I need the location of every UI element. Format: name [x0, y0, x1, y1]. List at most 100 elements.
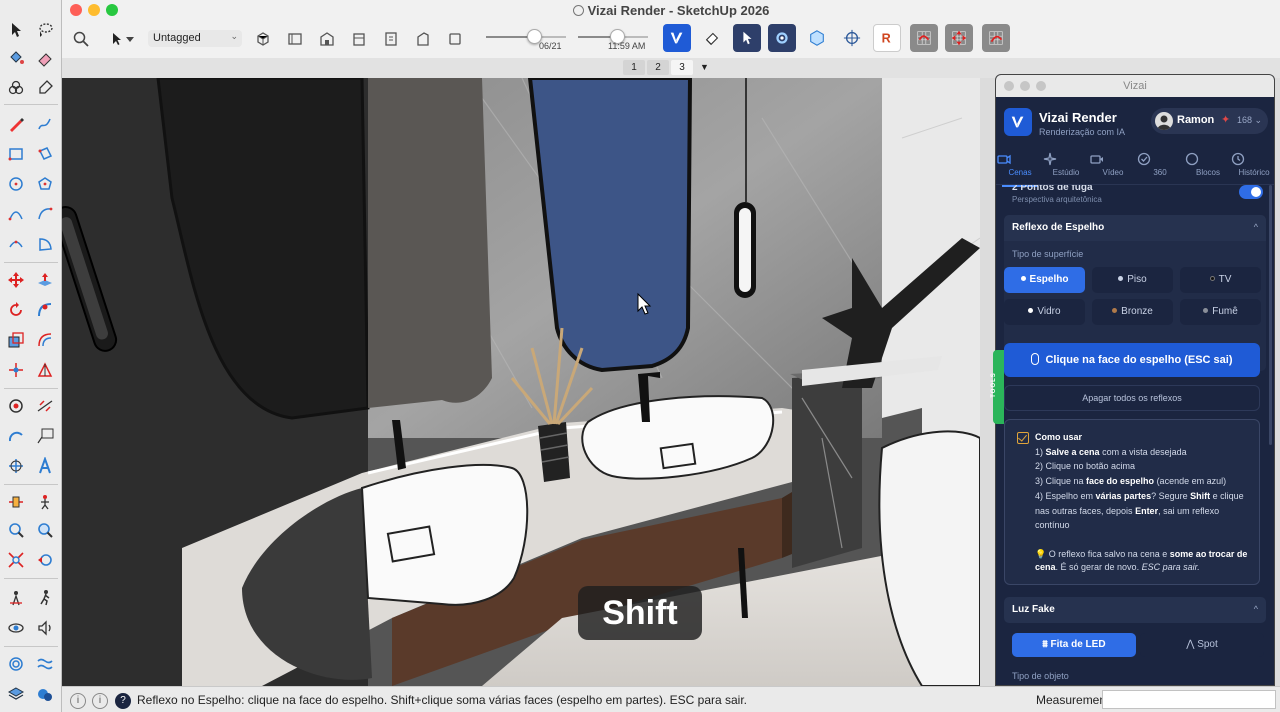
move-icon[interactable]	[3, 268, 29, 292]
tab-360[interactable]: 360	[1136, 151, 1184, 177]
dimension-icon[interactable]	[32, 394, 58, 418]
plugin-cube-icon[interactable]	[803, 24, 831, 52]
select-tool-icon[interactable]	[3, 18, 29, 42]
circle-icon[interactable]	[3, 172, 29, 196]
walk-through-icon[interactable]	[32, 490, 58, 514]
tab-blocos[interactable]: Blocos	[1184, 151, 1232, 177]
top-view-icon[interactable]	[284, 28, 306, 50]
offset-icon[interactable]	[32, 328, 58, 352]
vizai-logo-icon[interactable]	[663, 24, 691, 52]
zoom-extents-icon[interactable]	[3, 548, 29, 572]
sound-icon[interactable]	[32, 616, 58, 640]
rectangle-icon[interactable]	[3, 142, 29, 166]
3d-text-icon[interactable]	[32, 454, 58, 478]
look-around-icon[interactable]	[3, 616, 29, 640]
zoom-window-icon[interactable]	[32, 518, 58, 542]
right-view-icon[interactable]	[348, 28, 370, 50]
pie-icon[interactable]	[32, 232, 58, 256]
fake-light-section-header[interactable]: Luz Fake ^	[1004, 597, 1266, 623]
push-pull-icon[interactable]	[32, 268, 58, 292]
credits-icon[interactable]: i	[92, 693, 108, 709]
plugin-gear-icon[interactable]	[768, 24, 796, 52]
scrollbar[interactable]	[1269, 185, 1272, 445]
tag-icon[interactable]	[32, 76, 58, 100]
section-plane-icon[interactable]	[3, 490, 29, 514]
user-menu[interactable]: Ramon ✦ 168 ⌄	[1151, 108, 1268, 134]
scene-menu-icon[interactable]: ▼	[700, 60, 709, 75]
tool-palette	[0, 0, 62, 712]
previous-view-icon[interactable]	[32, 548, 58, 572]
geolocation-icon[interactable]: i	[70, 693, 86, 709]
walk-icon[interactable]	[32, 586, 58, 610]
eraser-render-icon[interactable]	[698, 24, 726, 52]
mirror-section-header[interactable]: Reflexo de Espelho ^	[1004, 215, 1266, 241]
led-strip-button[interactable]: ⩩ Fita de LED	[1012, 633, 1136, 657]
scene-tab-1[interactable]: 1	[623, 60, 645, 75]
clear-reflections-button[interactable]: Apagar todos os reflexos	[1004, 385, 1260, 411]
surface-espelho-button[interactable]: Espelho	[1004, 267, 1085, 293]
pencil-icon[interactable]	[3, 112, 29, 136]
terrain-icon[interactable]	[32, 652, 58, 676]
tape-measure-icon[interactable]	[3, 394, 29, 418]
materials-icon[interactable]	[32, 682, 58, 706]
protractor-icon[interactable]	[3, 424, 29, 448]
app-name: Vizai Render	[1039, 110, 1117, 125]
polygon-icon[interactable]	[32, 172, 58, 196]
surface-bronze-button[interactable]: Bronze	[1092, 299, 1173, 325]
lasso-select-icon[interactable]	[32, 18, 58, 42]
rotate-icon[interactable]	[3, 298, 29, 322]
flip-icon[interactable]	[3, 358, 29, 382]
search-icon[interactable]	[70, 28, 92, 50]
plugin-render-r-icon[interactable]: R	[873, 24, 901, 52]
click-mirror-face-button[interactable]: Clique na face do espelho (ESC sai)	[1004, 343, 1260, 377]
plugin-move-grid-icon[interactable]	[945, 24, 973, 52]
three-point-arc-icon[interactable]	[3, 232, 29, 256]
surface-piso-button[interactable]: Piso	[1092, 267, 1173, 293]
model-viewport[interactable]: Shift	[62, 78, 980, 686]
layers-icon[interactable]	[3, 682, 29, 706]
plugin-cursor-icon[interactable]	[733, 24, 761, 52]
tab-historico[interactable]: Histórico	[1230, 151, 1274, 177]
sandbox-icon[interactable]	[3, 652, 29, 676]
freehand-icon[interactable]	[32, 112, 58, 136]
led-icon: ⩩	[1042, 639, 1051, 650]
follow-me-icon[interactable]	[32, 298, 58, 322]
components-icon[interactable]	[3, 76, 29, 100]
tool-help-icon[interactable]: ?	[115, 693, 131, 709]
text-label-icon[interactable]	[32, 424, 58, 448]
surface-fume-button[interactable]: Fumê	[1180, 299, 1261, 325]
position-camera-icon[interactable]	[3, 586, 29, 610]
tab-video[interactable]: Vídeo	[1089, 151, 1137, 177]
perspective-toggle[interactable]	[1239, 185, 1263, 199]
tape-triangle-icon[interactable]	[32, 358, 58, 382]
plugin-undo-grid-icon[interactable]	[910, 24, 938, 52]
spot-button[interactable]: ⋀ Spot	[1140, 633, 1264, 657]
plugin-target-icon[interactable]	[838, 24, 866, 52]
surface-tv-button[interactable]: TV	[1180, 267, 1261, 293]
paint-bucket-icon[interactable]	[3, 46, 29, 70]
scale-icon[interactable]	[3, 328, 29, 352]
two-point-arc-icon[interactable]	[32, 202, 58, 226]
scene-tab-3[interactable]: 3	[671, 60, 693, 75]
surface-vidro-button[interactable]: Vidro	[1004, 299, 1085, 325]
axes-icon[interactable]	[3, 454, 29, 478]
vizai-scroll-area[interactable]: 2 Pontos de fuga Perspectiva arquitetôni…	[996, 185, 1274, 685]
tag-select[interactable]: Untagged ⌄	[148, 30, 242, 47]
tools-side-tab[interactable]: TOOLS	[991, 350, 1004, 424]
rotated-rectangle-icon[interactable]	[32, 142, 58, 166]
back-view-icon[interactable]	[380, 28, 402, 50]
tab-cenas[interactable]: Cenas	[996, 151, 1044, 187]
front-view-icon[interactable]	[316, 28, 338, 50]
shadow-time-label: 11:59 AM	[608, 41, 646, 51]
plugin-redo-grid-icon[interactable]	[982, 24, 1010, 52]
tab-estudio[interactable]: Estúdio	[1042, 151, 1090, 177]
scene-tab-2[interactable]: 2	[647, 60, 669, 75]
arc-icon[interactable]	[3, 202, 29, 226]
select-dropdown-icon[interactable]	[124, 28, 136, 50]
iso-view-icon[interactable]	[252, 28, 274, 50]
eraser-icon[interactable]	[32, 46, 58, 70]
left-view-icon[interactable]	[412, 28, 434, 50]
bottom-view-icon[interactable]	[444, 28, 466, 50]
zoom-icon[interactable]	[3, 518, 29, 542]
measurements-input[interactable]	[1102, 690, 1276, 709]
